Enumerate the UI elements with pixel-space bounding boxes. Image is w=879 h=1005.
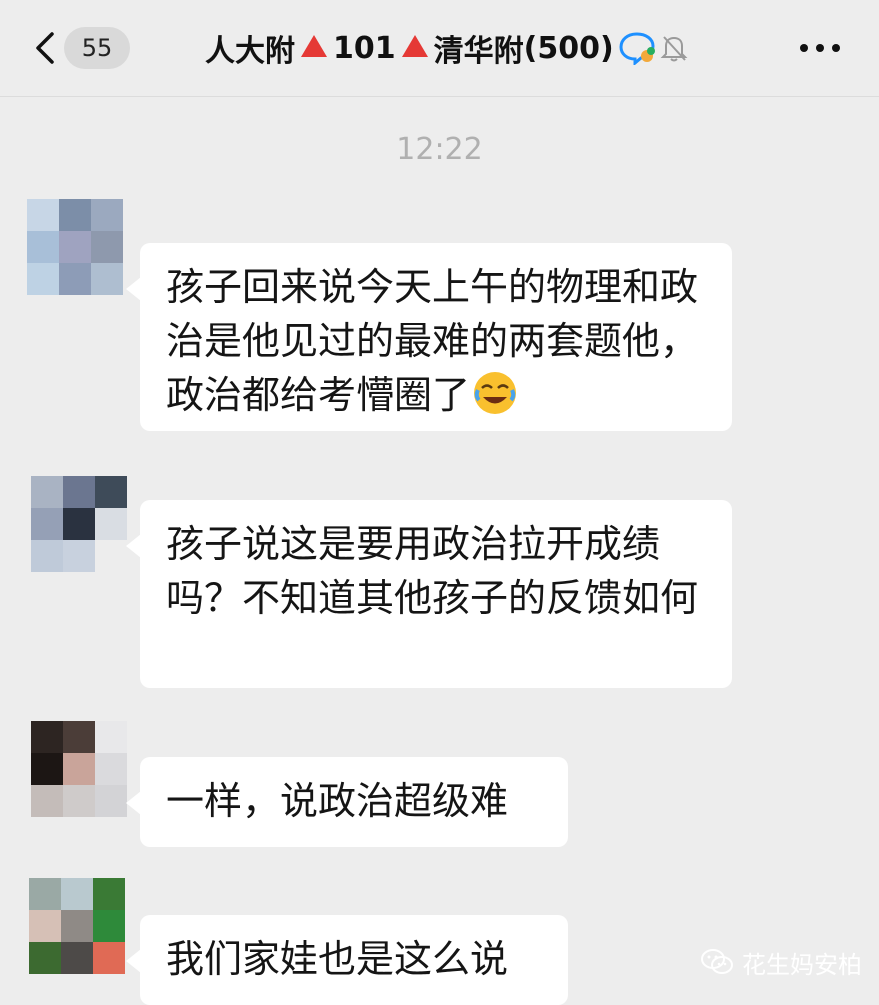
- title-part-3: 清华附: [433, 34, 524, 69]
- avatar[interactable]: [27, 199, 123, 295]
- message-text: 一样，说政治超级难: [166, 779, 509, 823]
- message-text: 孩子说这是要用政治拉开成绩吗？不知道其他孩子的反馈如何: [166, 522, 699, 620]
- message-text: 孩子回来说今天上午的物理和政治是他见过的最难的两套题他，政治都给考懵圈了: [166, 265, 699, 417]
- message-timestamp: 12:22: [396, 132, 483, 167]
- unread-count-badge[interactable]: 55: [64, 27, 130, 69]
- title-part-2: 101: [333, 30, 396, 66]
- more-options-button[interactable]: [800, 44, 844, 54]
- crying-laughing-emoji: [474, 372, 517, 414]
- avatar[interactable]: [29, 878, 125, 974]
- bell-muted-icon: [660, 36, 688, 62]
- member-count: (500): [523, 30, 614, 66]
- red-triangle-icon: [301, 35, 327, 57]
- wechat-icon: [701, 949, 733, 974]
- watermark: 花生妈安柏: [700, 945, 862, 979]
- red-triangle-icon: [401, 35, 428, 57]
- qq-group-icon: [619, 32, 655, 65]
- chat-header: 55 人大附 101 清华附 (500): [0, 0, 879, 97]
- back-button[interactable]: [30, 28, 62, 68]
- message-bubble[interactable]: 孩子说这是要用政治拉开成绩吗？不知道其他孩子的反馈如何: [126, 500, 732, 688]
- avatar[interactable]: [31, 721, 127, 817]
- avatar[interactable]: [31, 476, 127, 572]
- more-dots-icon: [816, 44, 824, 52]
- message-text: 我们家娃也是这么说: [166, 937, 509, 981]
- message-bubble[interactable]: 一样，说政治超级难: [126, 757, 568, 847]
- chat-title[interactable]: 人大附 101 清华附 (500): [205, 24, 745, 72]
- message-bubble[interactable]: 孩子回来说今天上午的物理和政治是他见过的最难的两套题他，政治都给考懵圈了: [126, 243, 732, 431]
- chevron-left-icon: [36, 32, 54, 64]
- more-dots-icon: [832, 44, 840, 52]
- watermark-text: 花生妈安柏: [742, 950, 862, 979]
- more-dots-icon: [800, 44, 808, 52]
- message-bubble[interactable]: 我们家娃也是这么说: [126, 915, 568, 1005]
- title-part-1: 人大附: [205, 34, 295, 69]
